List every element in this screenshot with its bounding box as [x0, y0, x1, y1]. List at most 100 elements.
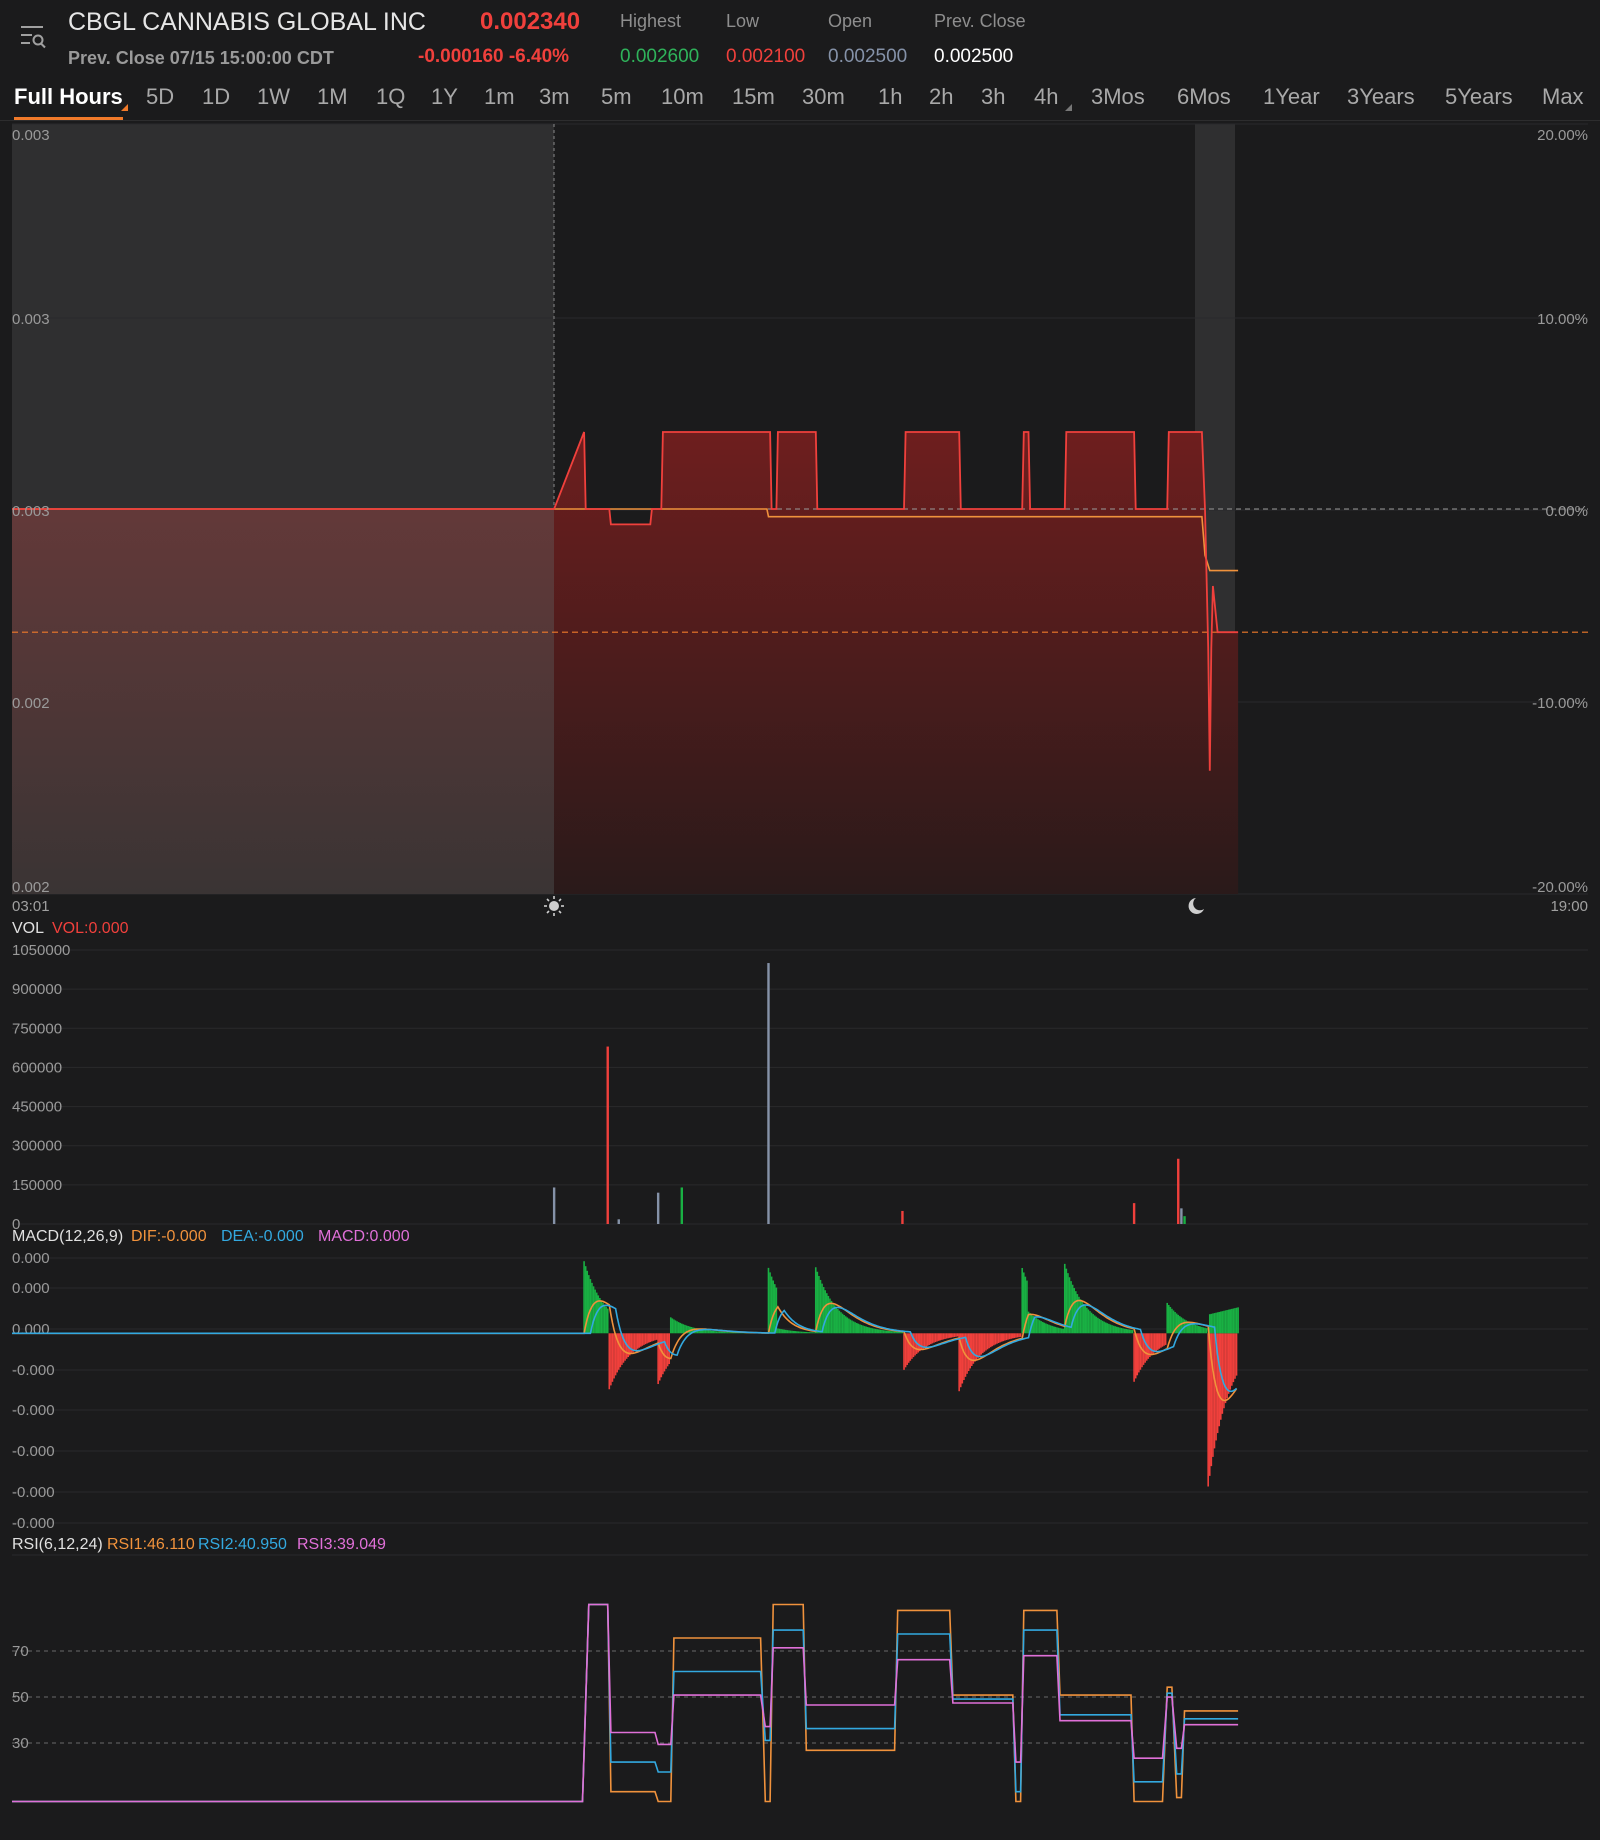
- volume-bar: [1177, 1158, 1180, 1224]
- rsi-panel: RSI(6,12,24) RSI1:46.110 RSI2:40.950 RSI…: [12, 1536, 1588, 1803]
- tab-3min[interactable]: 3m: [539, 84, 570, 110]
- macd-dea-label: DEA:-0.000: [221, 1228, 304, 1245]
- macd-y-tick: 0.000: [12, 1280, 50, 1297]
- price-panel: 0.003 20.00% 0.003 10.00% 0.003 0.00% 0.002 -10…: [12, 123, 1588, 916]
- price-y-tick: 0.003: [12, 311, 50, 328]
- macd-y-tick: 0.000: [12, 1321, 50, 1338]
- x-label-start: 03:01: [12, 898, 50, 915]
- price-y-tick: 0.002: [12, 879, 50, 896]
- volume-panel: VOL VOL:0.000 1050000 900000 750000 600000 4…: [12, 920, 1588, 1233]
- tab-1year[interactable]: 1Year: [1263, 84, 1320, 110]
- volume-bar: [1183, 1216, 1186, 1224]
- macd-dif-line: [12, 1299, 1238, 1402]
- x-label-end: 19:00: [1550, 898, 1588, 915]
- macd-y-tick: -0.000: [12, 1484, 55, 1501]
- volume-bar: [552, 1187, 556, 1224]
- price-change: -0.000160 -6.40%: [418, 46, 570, 67]
- moon-icon: [1188, 898, 1204, 914]
- rsi-y-tick: 30: [12, 1735, 29, 1752]
- tab-3mos[interactable]: 3Mos: [1091, 84, 1145, 110]
- volume-bar: [901, 1210, 904, 1224]
- volume-bar: [656, 1192, 660, 1224]
- rsi1-label: RSI1:46.110: [107, 1536, 195, 1553]
- percent-y-tick: 0.00%: [1545, 503, 1588, 520]
- tab-3h[interactable]: 3h: [981, 84, 1005, 110]
- stock-title: CBGL CANNABIS GLOBAL INC: [68, 8, 426, 36]
- volume-y-tick: 450000: [12, 1099, 62, 1116]
- macd-value-label: MACD:0.000: [318, 1228, 410, 1245]
- percent-y-tick: -10.00%: [1532, 695, 1588, 712]
- volume-bar: [617, 1219, 620, 1224]
- rsi3-label: RSI3:39.049: [297, 1536, 386, 1553]
- macd-y-tick: -0.000: [12, 1362, 55, 1379]
- tab-1w[interactable]: 1W: [257, 84, 290, 110]
- tab-5years[interactable]: 5Years: [1445, 84, 1513, 110]
- volume-y-tick: 750000: [12, 1020, 62, 1037]
- volume-bar: [1132, 1203, 1136, 1224]
- tab-full-hours[interactable]: Full Hours: [14, 84, 123, 120]
- tab-1d[interactable]: 1D: [202, 84, 230, 110]
- volume-value-label: VOL:0.000: [52, 920, 129, 937]
- volume-bar: [606, 1046, 609, 1224]
- stat-value-low: 0.002100: [726, 46, 806, 67]
- macd-y-tick: -0.000: [12, 1443, 55, 1460]
- full-hours-corner-icon: [121, 104, 128, 111]
- volume-y-tick: 150000: [12, 1177, 62, 1194]
- tab-1q[interactable]: 1Q: [376, 84, 405, 110]
- tab-30min[interactable]: 30m: [802, 84, 845, 110]
- volume-bar: [680, 1187, 683, 1224]
- tab-15min[interactable]: 15m: [732, 84, 775, 110]
- price-y-tick: 0.003: [12, 127, 50, 144]
- last-price: 0.002340: [480, 8, 581, 35]
- macd-y-tick: -0.000: [12, 1515, 55, 1532]
- macd-panel: MACD(12,26,9) DIF:-0.000 DEA:-0.000 MACD…: [12, 1228, 1588, 1532]
- rsi2-label: RSI2:40.950: [198, 1536, 287, 1553]
- stat-value-highest: 0.002600: [620, 46, 700, 67]
- price-y-tick: 0.003: [12, 503, 50, 520]
- volume-y-tick: 600000: [12, 1059, 62, 1076]
- stat-label-open: Open: [828, 11, 873, 31]
- percent-y-tick: 10.00%: [1537, 311, 1588, 328]
- macd-y-tick: -0.000: [12, 1402, 55, 1419]
- tab-max[interactable]: Max: [1542, 84, 1584, 110]
- 4h-corner-icon: [1065, 104, 1072, 111]
- volume-y-tick: 900000: [12, 981, 62, 998]
- chart-area[interactable]: 0.003 20.00% 0.003 10.00% 0.003 0.00% 0.002 -10…: [0, 120, 1600, 1840]
- period-tabs: Full Hours 5D 1D 1W 1M 1Q 1Y 1m 3m 5m 10…: [0, 78, 1600, 121]
- sun-icon: [544, 896, 564, 916]
- prev-close-time: Prev. Close 07/15 15:00:00 CDT: [68, 48, 334, 68]
- rsi-y-tick: 50: [12, 1689, 29, 1706]
- quote-header: CBGL CANNABIS GLOBAL INC 0.002340 Prev. …: [0, 0, 1600, 78]
- tab-10min[interactable]: 10m: [661, 84, 704, 110]
- tab-3years[interactable]: 3Years: [1347, 84, 1415, 110]
- stat-label-highest: Highest: [620, 11, 682, 31]
- macd-dif-label: DIF:-0.000: [131, 1228, 207, 1245]
- tab-1m-month[interactable]: 1M: [317, 84, 348, 110]
- rsi-label: RSI(6,12,24): [12, 1536, 103, 1553]
- rsi-y-tick: 70: [12, 1643, 29, 1660]
- stat-label-low: Low: [726, 11, 760, 31]
- stat-label-prev-close: Prev. Close: [934, 11, 1026, 31]
- menu-search-icon[interactable]: [20, 24, 46, 50]
- volume-label: VOL: [12, 920, 44, 937]
- tab-1y[interactable]: 1Y: [431, 84, 458, 110]
- tab-1min[interactable]: 1m: [484, 84, 515, 110]
- price-y-tick: 0.002: [12, 695, 50, 712]
- macd-label: MACD(12,26,9): [12, 1228, 123, 1245]
- stat-value-prev-close: 0.002500: [934, 46, 1014, 67]
- tab-4h[interactable]: 4h: [1034, 84, 1058, 110]
- tab-5d[interactable]: 5D: [146, 84, 174, 110]
- tab-1h[interactable]: 1h: [878, 84, 902, 110]
- tab-5min[interactable]: 5m: [601, 84, 632, 110]
- rsi-line-2: [12, 1603, 1239, 1803]
- rsi-line-3: [12, 1603, 1239, 1803]
- volume-bar: [767, 963, 770, 1224]
- percent-y-tick: 20.00%: [1537, 127, 1588, 144]
- tab-2h[interactable]: 2h: [929, 84, 953, 110]
- volume-y-tick: 1050000: [12, 942, 70, 959]
- stat-value-open: 0.002500: [828, 46, 908, 67]
- tab-6mos[interactable]: 6Mos: [1177, 84, 1231, 110]
- macd-y-tick: 0.000: [12, 1250, 50, 1267]
- volume-y-tick: 300000: [12, 1138, 62, 1155]
- percent-y-tick: -20.00%: [1532, 879, 1588, 896]
